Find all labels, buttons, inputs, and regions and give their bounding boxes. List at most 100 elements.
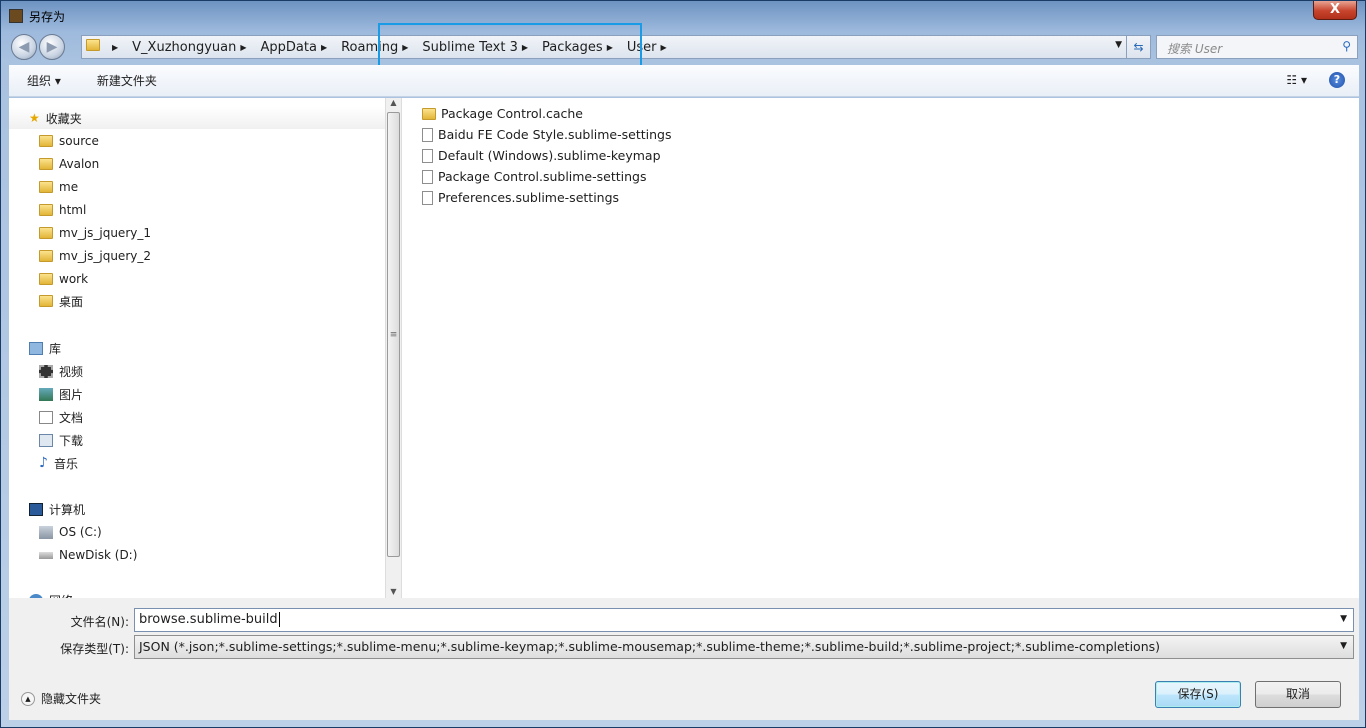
sidebar-item-label: work <box>59 272 89 286</box>
sidebar-item-drive-c[interactable]: OS (C:) <box>9 521 385 543</box>
sidebar-item-label: 视频 <box>59 364 84 379</box>
chevron-right-icon[interactable]: ▶ <box>240 43 246 52</box>
search-placeholder: 搜索 User <box>1167 42 1223 56</box>
scrollbar-thumb[interactable]: ≡ <box>387 112 400 557</box>
back-button[interactable]: ◀ <box>11 34 37 60</box>
forward-button[interactable]: ▶ <box>39 34 65 60</box>
drive-icon <box>39 525 53 539</box>
picture-icon <box>39 387 53 401</box>
sidebar-group-libraries[interactable]: 库 <box>9 337 385 359</box>
refresh-icon[interactable]: ⇆ <box>1126 36 1150 58</box>
folder-icon <box>39 204 53 216</box>
chevron-right-icon[interactable]: ▶ <box>321 43 327 52</box>
folder-icon <box>39 250 53 262</box>
file-name: Baidu FE Code Style.sublime-settings <box>438 127 672 142</box>
folder-icon <box>422 107 436 120</box>
filename-input[interactable]: browse.sublime-build ▼ <box>134 608 1354 632</box>
library-icon <box>29 341 43 355</box>
filename-value: browse.sublime-build <box>139 612 278 627</box>
star-icon: ★ <box>29 111 40 125</box>
chevron-right-icon[interactable]: ▶ <box>660 43 666 52</box>
view-options-button[interactable]: ☷ ▾ <box>1286 73 1307 87</box>
folder-icon <box>39 273 53 285</box>
sidebar-item-drive-d[interactable]: NewDisk (D:) <box>9 544 385 566</box>
file-item[interactable]: Package Control.cache <box>422 103 583 124</box>
sidebar-item-pictures[interactable]: 图片 <box>9 383 385 405</box>
sidebar-item-desktop[interactable]: 桌面 <box>9 290 385 312</box>
file-item[interactable]: Default (Windows).sublime-keymap <box>422 145 661 166</box>
sidebar-item-label: 图片 <box>59 387 84 402</box>
file-icon <box>422 190 433 205</box>
download-icon <box>39 433 53 447</box>
toolbar: 组织 ▾ 新建文件夹 ☷ ▾? <box>9 65 1359 97</box>
file-list: Package Control.cache Baidu FE Code Styl… <box>401 98 1359 598</box>
breadcrumb-label: AppData <box>260 39 317 55</box>
folder-icon <box>86 39 100 51</box>
document-icon <box>39 410 53 424</box>
sidebar-item-label: 文档 <box>59 410 84 425</box>
title-bar: 另存为 <box>9 7 65 25</box>
sidebar-item-label: 下载 <box>59 433 84 448</box>
new-folder-button[interactable]: 新建文件夹 <box>79 72 175 89</box>
search-icon[interactable]: ⚲ <box>1342 39 1351 53</box>
drive-icon <box>39 551 53 559</box>
file-name: Preferences.sublime-settings <box>438 190 620 205</box>
chevron-down-icon[interactable]: ▼ <box>1340 614 1347 624</box>
scroll-up-icon[interactable]: ▲ <box>386 98 401 107</box>
folder-icon <box>39 295 53 307</box>
sidebar-item-me[interactable]: me <box>9 176 385 198</box>
help-icon[interactable]: ? <box>1329 72 1345 88</box>
organize-button[interactable]: 组织 ▾ <box>9 72 79 89</box>
folder-icon <box>39 227 53 239</box>
close-button[interactable]: X <box>1313 1 1357 20</box>
sidebar-group-computer[interactable]: 计算机 <box>9 498 385 520</box>
sidebar-item-mv-js-jquery-2[interactable]: mv_js_jquery_2 <box>9 245 385 267</box>
file-name: Default (Windows).sublime-keymap <box>438 148 661 163</box>
cancel-button[interactable]: 取消 <box>1255 681 1341 708</box>
file-item[interactable]: Preferences.sublime-settings <box>422 187 619 208</box>
sidebar-group-favorites[interactable]: ★ 收藏夹 <box>9 107 385 129</box>
filetype-select[interactable]: JSON (*.json;*.sublime-settings;*.sublim… <box>134 635 1354 659</box>
sidebar-group-network[interactable]: 网络 <box>9 589 385 598</box>
sidebar-item-work[interactable]: work <box>9 268 385 290</box>
file-icon <box>422 169 433 184</box>
navigation-pane: ★ 收藏夹 source Avalon me html mv_js_jquery_… <box>9 98 385 598</box>
file-item[interactable]: Package Control.sublime-settings <box>422 166 646 187</box>
scroll-down-icon[interactable]: ▼ <box>386 587 401 596</box>
filetype-value: JSON (*.json;*.sublime-settings;*.sublim… <box>139 639 1161 654</box>
sidebar-item-label: NewDisk (D:) <box>59 548 138 562</box>
folder-icon <box>39 135 53 147</box>
sidebar-item-avalon[interactable]: Avalon <box>9 153 385 175</box>
hide-folders-label: 隐藏文件夹 <box>41 692 102 706</box>
sidebar-item-label: html <box>59 203 87 217</box>
chevron-down-icon[interactable]: ▼ <box>1340 641 1347 651</box>
sidebar-item-label: Avalon <box>59 157 100 171</box>
file-icon <box>422 148 433 163</box>
save-button[interactable]: 保存(S) <box>1155 681 1241 708</box>
search-input[interactable]: 搜索 User ⚲ <box>1156 35 1358 59</box>
history-dropdown-icon[interactable]: ▼ <box>1115 40 1122 50</box>
sidebar-item-mv-js-jquery-1[interactable]: mv_js_jquery_1 <box>9 222 385 244</box>
filename-label: 文件名(N): <box>70 615 129 629</box>
breadcrumb-item[interactable]: V_Xuzhongyuan ▶ <box>128 40 256 55</box>
save-as-dialog: 另存为 X ◀ ▶ ▶ V_Xuzhongyuan ▶ AppData ▶ Roam… <box>0 0 1366 728</box>
app-icon <box>9 9 23 23</box>
breadcrumb-item[interactable]: AppData ▶ <box>257 40 338 55</box>
chevron-right-icon: ▶ <box>112 42 119 52</box>
sidebar-item-music[interactable]: ♪ 音乐 <box>9 452 385 474</box>
sidebar-scrollbar[interactable]: ▲ ≡ ▼ <box>385 98 401 598</box>
sidebar-item-label: 音乐 <box>53 456 78 471</box>
group-label: 计算机 <box>49 502 86 517</box>
sidebar-item-source[interactable]: source <box>9 130 385 152</box>
filetype-label: 保存类型(T): <box>60 642 129 656</box>
sidebar-item-html[interactable]: html <box>9 199 385 221</box>
sidebar-item-videos[interactable]: 视频 <box>9 360 385 382</box>
group-label: 库 <box>49 341 62 356</box>
file-name: Package Control.cache <box>441 106 583 121</box>
window-title: 另存为 <box>29 9 66 24</box>
file-item[interactable]: Baidu FE Code Style.sublime-settings <box>422 124 671 145</box>
hide-folders-toggle[interactable]: ▲ 隐藏文件夹 <box>21 690 101 707</box>
chevron-up-icon: ▲ <box>21 691 35 706</box>
sidebar-item-downloads[interactable]: 下载 <box>9 429 385 451</box>
sidebar-item-documents[interactable]: 文档 <box>9 406 385 428</box>
